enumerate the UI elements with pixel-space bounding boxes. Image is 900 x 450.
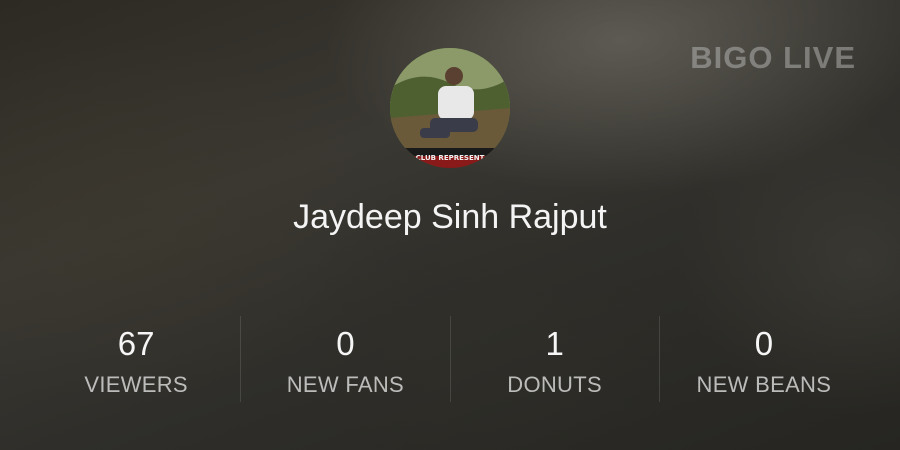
stat-label: DONUTS — [507, 372, 602, 397]
broadcaster-name: Jaydeep Sinh Rajput — [293, 198, 607, 236]
stat-donuts: 1 DONUTS — [449, 316, 659, 402]
stat-label: VIEWERS — [84, 372, 188, 397]
stats-row: 67 VIEWERS 0 NEW FANS 1 DONUTS 0 NEW BEA… — [32, 316, 868, 402]
stat-new-beans: 0 NEW BEANS — [658, 316, 868, 402]
avatar-caption: CLUB REPRESENT — [416, 154, 485, 162]
bigo-live-logo: BIGO LIVE — [690, 40, 856, 75]
stat-label: NEW BEANS — [696, 372, 832, 397]
avatar-photo: CLUB REPRESENT — [390, 48, 510, 168]
stat-label: NEW FANS — [286, 372, 405, 397]
stat-value: 0 — [336, 325, 355, 362]
stat-value: 67 — [117, 325, 155, 362]
stat-viewers: 67 VIEWERS — [32, 316, 240, 402]
stat-value: 1 — [545, 325, 564, 362]
stat-value: 0 — [754, 325, 774, 362]
avatar: CLUB REPRESENT — [390, 48, 510, 168]
stat-new-fans: 0 NEW FANS — [240, 316, 449, 402]
